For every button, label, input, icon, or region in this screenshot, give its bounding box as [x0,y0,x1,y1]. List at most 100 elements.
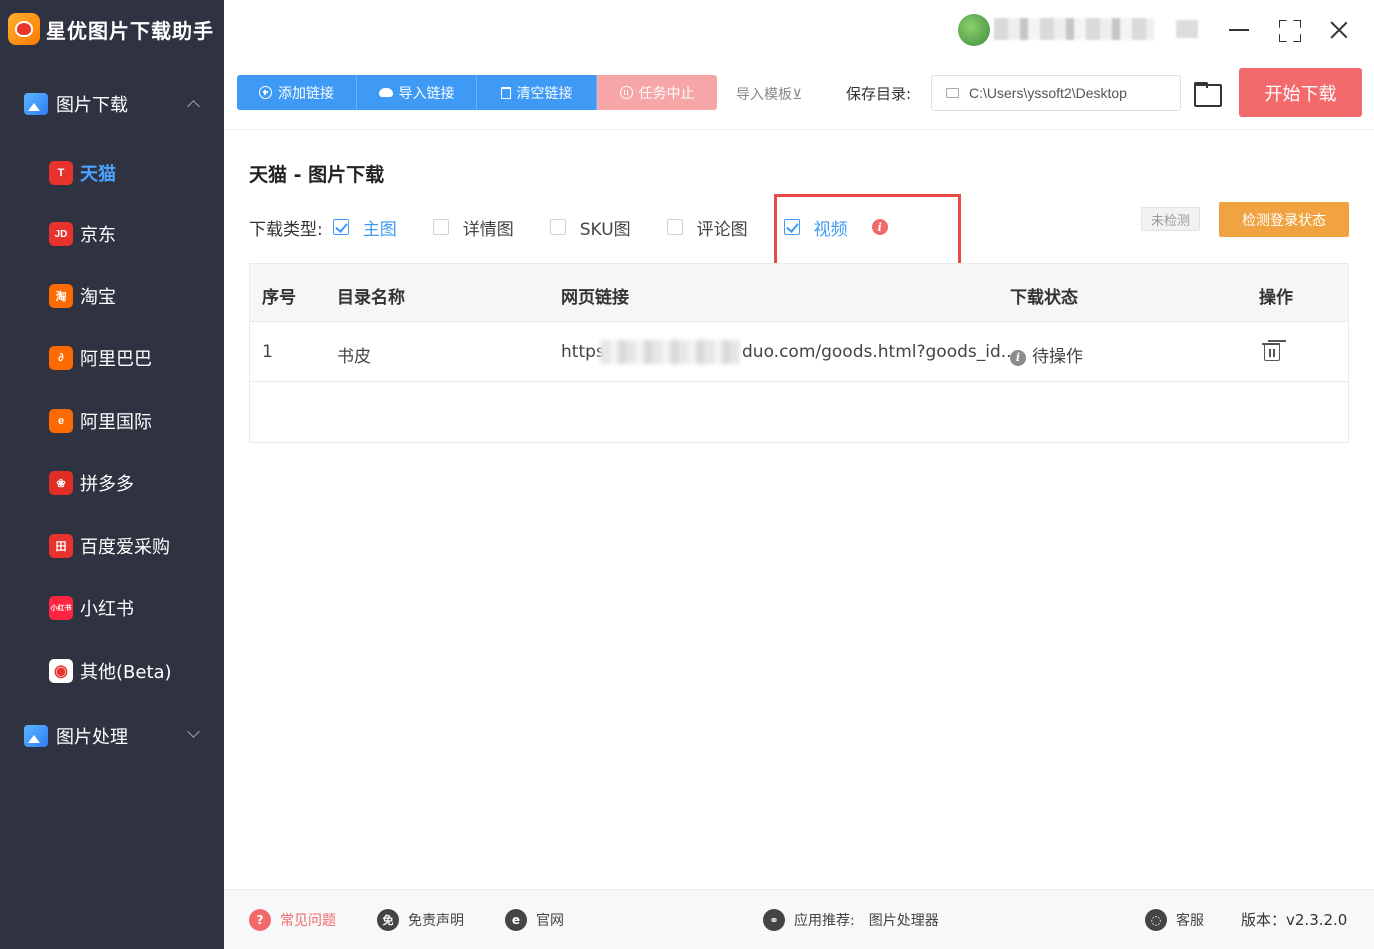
footer: ? 常见问题 免 免责声明 e 官网 ⚭ 应用推荐: 图片处理器 ◌ 客服 版本… [224,889,1374,949]
sidebar-item-label: 京东 [80,225,116,246]
disclaimer-label: 免责声明 [408,913,464,929]
download-type-label: 下载类型: [249,219,323,240]
sidebar-group-image-download[interactable]: 图片下载 [0,82,224,126]
alibaba-intl-icon: e [49,409,73,433]
folder-open-icon[interactable] [1194,82,1222,107]
main-content: 天猫 - 图片下载 下载类型: 主图 详情图 SKU图 评论图 视频 i 未检测… [224,131,1374,889]
image-process-icon [24,725,48,747]
close-button[interactable] [1325,16,1353,44]
save-dir-value: C:\Users\yssoft2\Desktop [969,85,1127,101]
start-download-button[interactable]: 开始下载 [1239,68,1362,117]
sidebar-item-taobao[interactable]: 淘 淘宝 [0,274,224,318]
clear-link-button[interactable]: 清空链接 [477,75,597,110]
baidu-aicaigou-icon: 田 [49,534,73,558]
chevron-down-icon [187,725,200,738]
sidebar-group-label: 图片处理 [56,727,128,748]
link-icon: ⚭ [763,909,785,931]
recommend-app-link[interactable]: 图片处理器 [869,910,939,930]
sidebar-item-other-beta[interactable]: ◉ 其他(Beta) [0,649,224,693]
save-dir-field[interactable]: C:\Users\yssoft2\Desktop [931,75,1181,111]
sidebar-item-alibaba-intl[interactable]: e 阿里国际 [0,399,224,443]
checkbox-box[interactable] [332,219,349,235]
website-link[interactable]: e 官网 [505,909,564,931]
cloud-upload-icon [378,88,393,97]
pinduoduo-icon: ❀ [49,471,73,495]
checkbox-review-image[interactable]: 评论图 [666,215,748,240]
minimize-button[interactable] [1225,16,1253,44]
trash-icon [500,86,511,99]
cell-index: 1 [262,342,273,362]
sidebar-item-tmall[interactable]: T 天猫 [0,151,224,195]
column-header-dir: 目录名称 [337,288,405,308]
cell-url-suffix: duo.com/goods.html?goods_id... [742,342,1017,362]
faq-link[interactable]: ? 常见问题 [249,909,336,931]
app-logo-icon [8,13,40,45]
disclaimer-icon: 免 [377,909,399,931]
stop-task-button[interactable]: 任务中止 [597,75,717,110]
avatar[interactable] [958,14,990,46]
checkbox-label: 详情图 [462,219,514,240]
jd-icon: JD [49,222,73,246]
add-link-button[interactable]: 添加链接 [237,75,357,110]
status-text: 待操作 [1032,347,1083,367]
sidebar-item-label: 阿里巴巴 [80,349,152,370]
checkbox-detail-image[interactable]: 详情图 [432,215,514,240]
sidebar-item-label: 阿里国际 [80,412,152,433]
import-link-label: 导入链接 [398,85,455,102]
maximize-button[interactable] [1275,16,1303,44]
pause-circle-icon [619,86,633,99]
app-name: 星优图片下载助手 [46,18,214,43]
column-header-status: 下载状态 [1010,288,1078,308]
save-dir-label: 保存目录: [846,85,912,103]
xiaohongshu-icon: 小红书 [49,596,73,620]
folder-small-icon [946,88,959,98]
add-circle-icon [259,86,272,99]
toolbar: 添加链接 导入链接 清空链接 任务中止 导入模板⊻ 保存目录: C:\Users… [224,60,1374,130]
import-link-button[interactable]: 导入链接 [357,75,477,110]
sidebar-item-alibaba[interactable]: ∂ 阿里巴巴 [0,336,224,380]
sidebar-item-jd[interactable]: JD 京东 [0,212,224,256]
sidebar-item-label: 百度爱采购 [80,537,170,558]
cell-dir: 书皮 [337,347,371,367]
sidebar-item-label: 拼多多 [80,474,134,495]
sidebar-item-pinduoduo[interactable]: ❀ 拼多多 [0,461,224,505]
support-label: 客服 [1176,913,1204,929]
recommend-label: 应用推荐: [794,913,855,929]
tmall-icon: T [49,161,73,185]
chrome-icon: ◉ [49,659,73,683]
sidebar-group-label: 图片下载 [56,95,128,116]
url-blurred [600,340,740,364]
checkbox-label: 主图 [362,219,397,240]
support-link[interactable]: ◌ 客服 [1145,909,1204,931]
app-title: 星优图片下载助手 [8,12,214,46]
checkbox-box[interactable] [432,219,449,235]
image-download-icon [24,93,48,115]
sidebar-group-image-process[interactable]: 图片处理 [0,714,224,758]
checkbox-main-image[interactable]: 主图 [332,215,397,240]
disclaimer-link[interactable]: 免 免责声明 [377,909,464,931]
detect-login-button[interactable]: 检测登录状态 [1219,202,1349,237]
table-row[interactable]: 1 书皮 https: duo.com/goods.html?goods_id.… [250,322,1348,382]
checkbox-sku-image[interactable]: SKU图 [549,215,631,240]
column-header-url: 网页链接 [561,288,629,308]
sidebar-item-baidu-aicaigou[interactable]: 田 百度爱采购 [0,524,224,568]
import-template-link[interactable]: 导入模板⊻ [736,84,802,104]
recommend-section: ⚭ 应用推荐: 图片处理器 [763,909,939,931]
sidebar: 星优图片下载助手 图片下载 T 天猫 JD 京东 淘 淘宝 ∂ 阿里巴巴 e 阿… [0,0,224,949]
website-label: 官网 [536,913,564,929]
checkbox-box[interactable] [666,219,683,235]
sidebar-item-label: 其他(Beta) [80,662,172,683]
faq-label: 常见问题 [280,913,336,929]
checkbox-label: SKU图 [579,219,631,240]
column-header-action: 操作 [1259,288,1293,308]
cell-status: i 待操作 [1010,342,1083,367]
status-info-icon: i [1010,350,1026,366]
delete-icon[interactable] [1262,340,1282,362]
column-header-index: 序号 [262,288,296,308]
checkbox-label: 评论图 [696,219,748,240]
stop-task-label: 任务中止 [638,85,695,102]
user-name-blurred [994,18,1154,40]
sidebar-item-xiaohongshu[interactable]: 小红书 小红书 [0,586,224,630]
sidebar-item-label: 小红书 [80,599,134,620]
checkbox-box[interactable] [549,219,566,235]
